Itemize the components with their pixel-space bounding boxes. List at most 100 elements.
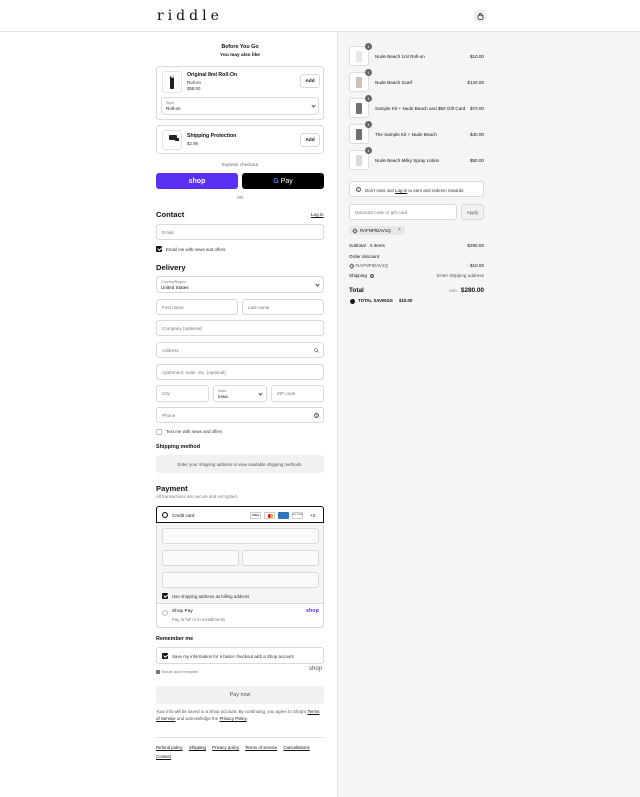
billing-checkbox[interactable]: [162, 593, 168, 599]
search-icon: [314, 348, 319, 353]
shop-pay-logo: shop: [306, 608, 319, 614]
google-pay-button[interactable]: G Pay: [242, 173, 324, 189]
remember-heading: Remember me: [156, 636, 194, 642]
save-info-label: Save my information for a faster checkou…: [172, 653, 294, 659]
rewards-banner: i Don't miss out! Log in to earn and red…: [349, 181, 484, 197]
shopping-bag-icon[interactable]: [473, 9, 487, 23]
secure-label: Secure and encrypted: [161, 669, 199, 674]
order-item-name: The Sample Kit + Nude Beach: [375, 132, 437, 137]
state-select[interactable]: State Iowa: [213, 385, 267, 402]
shop-pay-option[interactable]: Shop Pay Pay in full or in installments …: [156, 603, 324, 628]
tag-icon: [352, 227, 358, 234]
country-value: United States: [161, 285, 189, 290]
card-cvv-field[interactable]: [242, 550, 319, 566]
discount-input[interactable]: Discount code or gift card: [349, 204, 457, 220]
text-news-label: Text me with news and offers: [166, 429, 223, 434]
credit-card-radio[interactable]: [162, 512, 168, 518]
chevron-down-icon: [315, 282, 320, 287]
last-name-field[interactable]: Last name: [242, 299, 324, 315]
email-field[interactable]: Email: [156, 224, 324, 240]
payment-subtitle: All transactions are secure and encrypte…: [156, 494, 239, 499]
company-field[interactable]: Company (optional): [156, 320, 324, 336]
rewards-text: Don't miss out!: [365, 187, 394, 193]
payment-heading: Payment: [156, 484, 188, 493]
shop-pay-button[interactable]: shop: [156, 173, 238, 189]
order-item-name: Nude Beach Scarf: [375, 80, 413, 85]
quantity-badge: 1: [365, 69, 372, 76]
order-item-name: Nude Beach 1ml Roll-on: [375, 54, 425, 59]
refund-policy-link[interactable]: Refund policy: [156, 745, 183, 750]
country-label: Country/Region: [161, 279, 186, 284]
google-g-icon: G: [273, 177, 279, 185]
remove-discount-icon[interactable]: ×: [398, 227, 401, 233]
discount-tag: RAFNPIDAV1Q ×: [349, 226, 405, 235]
save-info-checkbox[interactable]: [162, 653, 168, 659]
store-logo[interactable]: riddle: [157, 8, 223, 24]
pay-now-button[interactable]: Pay now: [156, 686, 324, 704]
lock-icon: [156, 669, 160, 674]
order-summary: [337, 32, 640, 797]
upsell-heading: Before You Go: [221, 44, 259, 50]
shop-pay-radio[interactable]: [162, 610, 168, 616]
credit-card-option[interactable]: Credit card VISA DISCOVER +3: [156, 506, 324, 523]
legal-text: Your info will be saved to a Shop accoun…: [156, 708, 324, 722]
card-expiry-field[interactable]: [162, 550, 239, 566]
upsell-product-price: $58.00: [187, 86, 201, 91]
privacy-link[interactable]: Privacy Policy: [220, 716, 247, 721]
privacy-policy-link[interactable]: Privacy policy: [212, 745, 239, 750]
email-news-checkbox[interactable]: [156, 246, 162, 252]
terms-of-service-link[interactable]: Terms of service: [245, 745, 277, 750]
help-icon[interactable]: ?: [314, 412, 319, 418]
currency-label: USD: [449, 289, 458, 293]
login-link[interactable]: Log in: [311, 212, 324, 217]
upsell-product-variant: Roll-on: [187, 80, 201, 85]
city-field[interactable]: City: [156, 385, 209, 402]
add-protection-button[interactable]: Add: [300, 133, 320, 147]
savings-value: $10.00: [399, 298, 413, 303]
chevron-down-icon: [258, 391, 263, 396]
apartment-field[interactable]: Apartment, suite, etc. (optional): [156, 364, 324, 380]
quantity-badge: 1: [365, 121, 372, 128]
help-icon[interactable]: ?: [370, 273, 374, 278]
total-label: Total: [349, 287, 364, 294]
apply-button[interactable]: Apply: [461, 204, 484, 220]
legal-text-2: and acknowledge the: [176, 716, 219, 721]
visa-icon: VISA: [250, 511, 261, 519]
order-item-name: Nude Beach Milky Spray Lotion: [375, 158, 440, 163]
footer-divider: [156, 737, 324, 738]
discover-icon: DISCOVER: [292, 511, 303, 519]
apartment-placeholder: Apartment, suite, etc. (optional): [162, 370, 226, 375]
gpay-label: Pay: [280, 177, 293, 185]
shop-pay-title: Shop Pay: [172, 609, 193, 614]
legal-period: .: [246, 716, 248, 721]
delivery-heading: Delivery: [156, 263, 186, 272]
last-name-placeholder: Last name: [248, 305, 270, 310]
cancellations-link[interactable]: Cancellations: [283, 745, 309, 750]
total-value: $280.00: [460, 287, 484, 294]
first-name-field[interactable]: First name: [156, 299, 238, 315]
savings-label: TOTAL SAVINGS: [358, 298, 393, 303]
card-number-field[interactable]: [162, 528, 319, 544]
shipping-link[interactable]: Shipping: [189, 745, 206, 750]
contact-link[interactable]: Contact: [156, 754, 171, 759]
add-rollon-button[interactable]: Add: [300, 74, 320, 88]
upsell-product-name: Original 8ml Roll-On: [187, 72, 238, 78]
phone-field[interactable]: Phone ?: [156, 407, 324, 423]
country-select[interactable]: Country/Region United States: [156, 276, 324, 293]
more-cards-badge: +3: [310, 512, 316, 518]
upsell-card-rollon: Original 8ml Roll-On Roll-on $58.00 Add …: [156, 66, 324, 120]
style-select[interactable]: Style Roll-on: [161, 97, 319, 115]
card-name-field[interactable]: [162, 572, 319, 588]
quantity-badge: 1: [365, 95, 372, 102]
protection-price: $2.98: [187, 141, 198, 146]
zip-field[interactable]: ZIP code: [271, 385, 324, 402]
rewards-login-link[interactable]: Log in: [395, 188, 407, 193]
address-field[interactable]: Address: [156, 342, 324, 358]
order-item-name: Sample Kit + Nude Beach and $50 Gift Car…: [375, 106, 466, 111]
text-news-checkbox[interactable]: [156, 428, 162, 435]
shipping-method-notice: Enter your shipping address to view avai…: [156, 455, 324, 473]
order-item-price: $120.00: [467, 80, 484, 85]
quantity-badge: 1: [365, 43, 372, 50]
address-placeholder: Address: [162, 348, 179, 353]
product-image-rollon: [162, 71, 182, 93]
